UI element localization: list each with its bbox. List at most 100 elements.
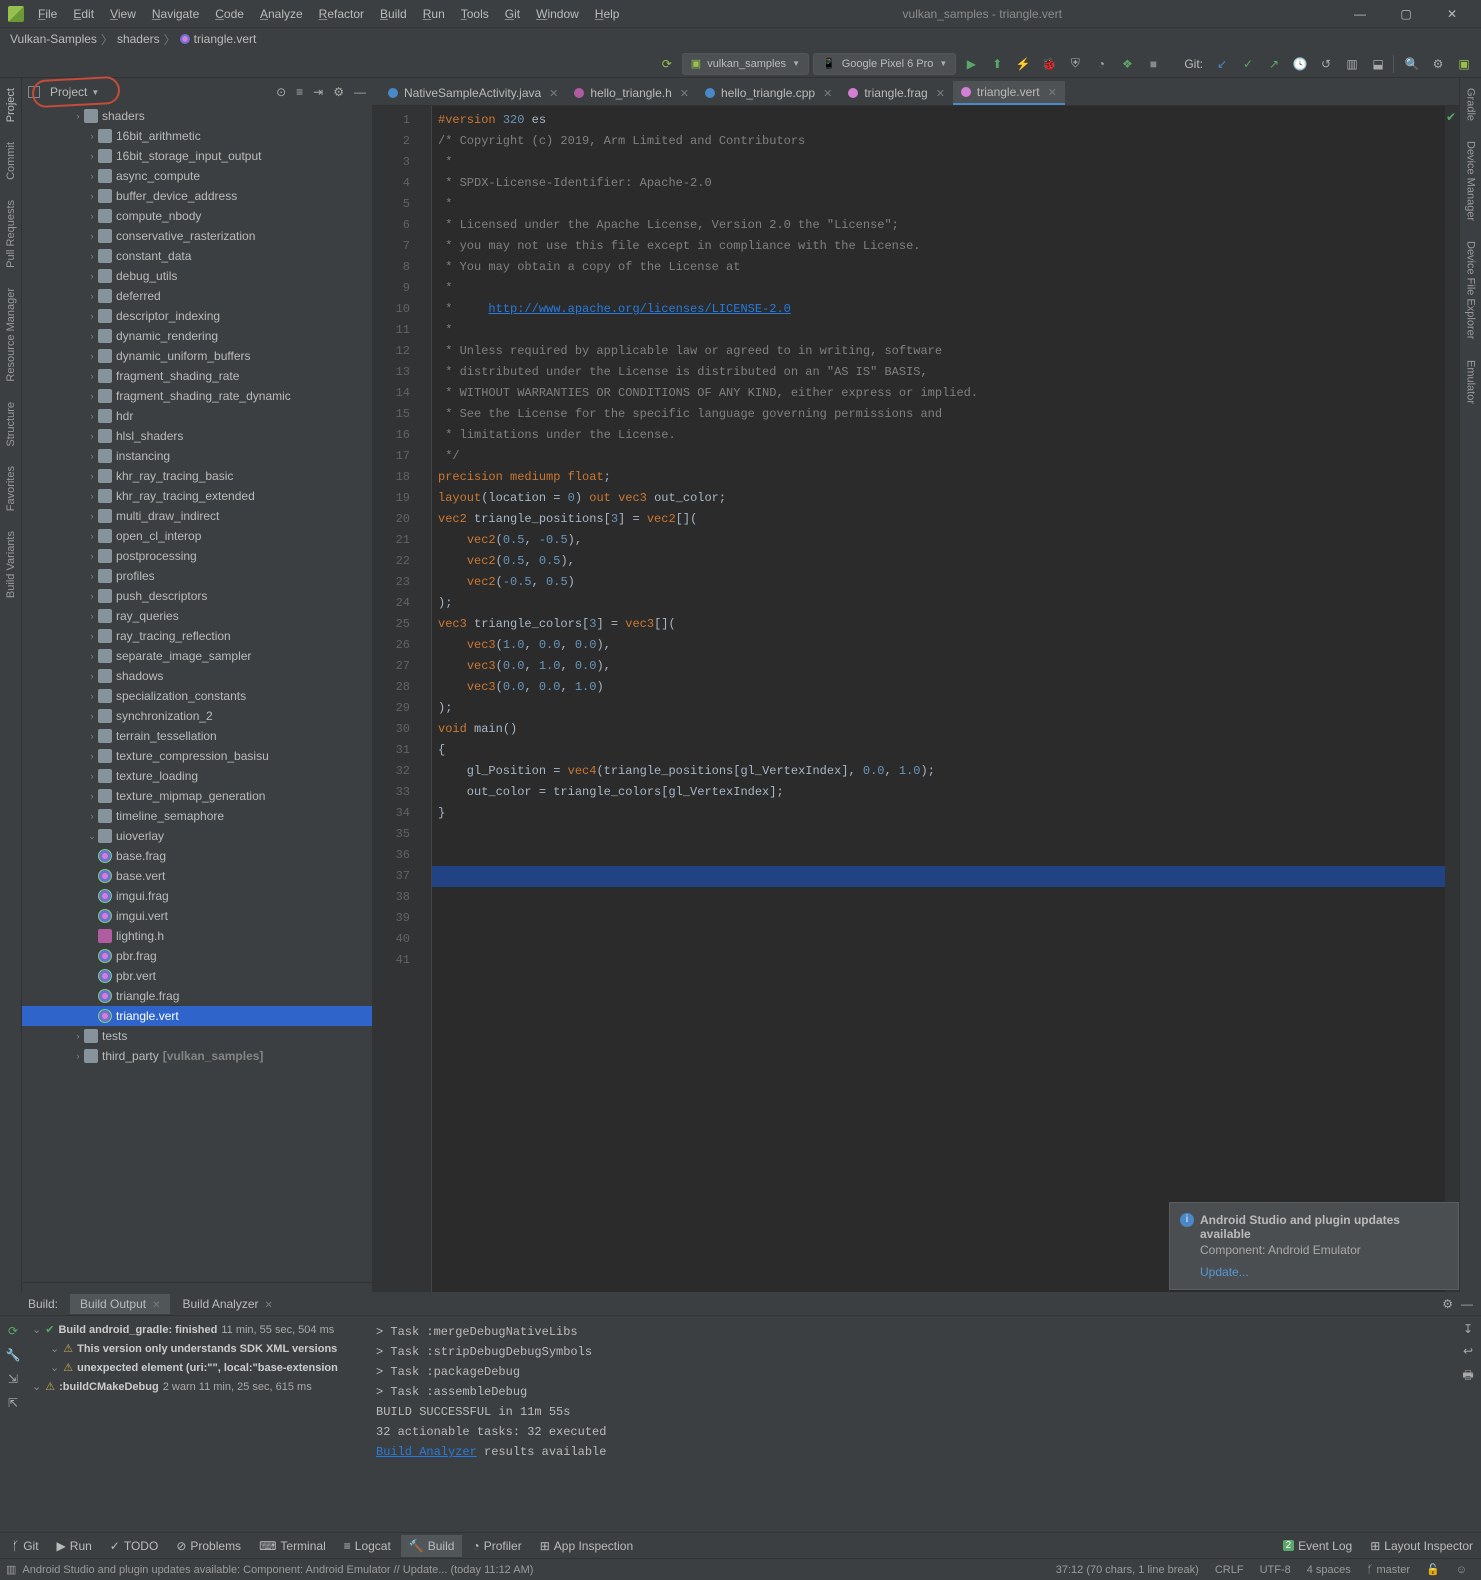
editor-tab[interactable]: triangle.vert✕	[953, 81, 1065, 105]
tree-item[interactable]: ›hlsl_shaders	[22, 426, 372, 446]
tree-item[interactable]: ›ray_tracing_reflection	[22, 626, 372, 646]
git-commit-icon[interactable]: ✓	[1237, 53, 1259, 75]
close-icon[interactable]: ✕	[936, 87, 945, 100]
attach-icon[interactable]: ❖	[1116, 53, 1138, 75]
restart-icon[interactable]: ⟳	[8, 1324, 18, 1338]
tree-item[interactable]: ›third_party[vulkan_samples]	[22, 1046, 372, 1066]
git-branch[interactable]: ᚶ master	[1359, 1564, 1418, 1576]
editor-tab[interactable]: NativeSampleActivity.java✕	[380, 81, 566, 105]
bottom-tab-git[interactable]: ᚶGit	[4, 1535, 47, 1557]
hide-icon[interactable]: —	[354, 85, 366, 99]
search-icon[interactable]: 🔍	[1401, 53, 1423, 75]
left-tab-resource-manager[interactable]: Resource Manager	[5, 278, 17, 392]
avd-icon[interactable]: ▥	[1341, 53, 1363, 75]
tree-item[interactable]: ›texture_compression_basisu	[22, 746, 372, 766]
tree-item[interactable]: ›buffer_device_address	[22, 186, 372, 206]
tree-item[interactable]: ›fragment_shading_rate_dynamic	[22, 386, 372, 406]
expand-all-icon[interactable]: ⇲	[8, 1372, 18, 1386]
menu-window[interactable]: Window	[528, 7, 587, 21]
profiler-icon[interactable]: ◔	[1090, 53, 1112, 75]
gear-icon[interactable]: ⚙	[333, 85, 344, 99]
left-tab-pull-requests[interactable]: Pull Requests	[5, 190, 17, 278]
tree-item[interactable]: imgui.vert	[22, 906, 372, 926]
lock-icon[interactable]: 🔓	[1418, 1563, 1448, 1576]
tree-item[interactable]: base.frag	[22, 846, 372, 866]
tree-item[interactable]: ›ray_queries	[22, 606, 372, 626]
menu-code[interactable]: Code	[207, 7, 252, 21]
git-push-icon[interactable]: ↗	[1263, 53, 1285, 75]
menu-analyze[interactable]: Analyze	[252, 7, 311, 21]
collapse-icon[interactable]: ⇥	[313, 85, 323, 99]
menu-file[interactable]: File	[30, 7, 65, 21]
tree-item[interactable]: ›fragment_shading_rate	[22, 366, 372, 386]
close-button[interactable]: ✕	[1429, 1, 1475, 27]
bottom-tab-terminal[interactable]: ⌨Terminal	[251, 1535, 334, 1557]
tree-item[interactable]: base.vert	[22, 866, 372, 886]
run-icon[interactable]: ▶	[960, 53, 982, 75]
tree-item[interactable]: ›dynamic_rendering	[22, 326, 372, 346]
tree-item[interactable]: ›khr_ray_tracing_basic	[22, 466, 372, 486]
tree-item[interactable]: ›khr_ray_tracing_extended	[22, 486, 372, 506]
tree-item[interactable]: ›dynamic_uniform_buffers	[22, 346, 372, 366]
bottom-tab-build[interactable]: 🔨Build	[401, 1535, 463, 1557]
menu-view[interactable]: View	[102, 7, 144, 21]
update-popup[interactable]: i Android Studio and plugin updates avai…	[1169, 1202, 1459, 1290]
scrollbar-horizontal[interactable]	[22, 1282, 372, 1292]
build-task-row[interactable]: ⌄⚠This version only understands SDK XML …	[28, 1339, 364, 1358]
help-icon[interactable]: ▣	[1453, 53, 1475, 75]
coverage-icon[interactable]: ⛨	[1064, 53, 1086, 75]
collapse-all-icon[interactable]: ⇱	[8, 1396, 18, 1410]
panel-hide-icon[interactable]: —	[1461, 1297, 1473, 1311]
filter-icon[interactable]: 🔧	[6, 1348, 21, 1362]
device-dropdown[interactable]: 📱Google Pixel 6 Pro▼	[813, 53, 956, 75]
tree-item[interactable]: ›synchronization_2	[22, 706, 372, 726]
menu-edit[interactable]: Edit	[65, 7, 102, 21]
sync-icon[interactable]: ⟳	[656, 53, 678, 75]
tree-item[interactable]: ›terrain_tessellation	[22, 726, 372, 746]
settings-icon[interactable]: ⚙	[1427, 53, 1449, 75]
line-sep[interactable]: CRLF	[1207, 1564, 1252, 1576]
editor-tab[interactable]: hello_triangle.h✕	[566, 81, 697, 105]
encoding[interactable]: UTF-8	[1252, 1564, 1299, 1576]
crumb[interactable]: Vulkan-Samples	[10, 32, 97, 46]
indent[interactable]: 4 spaces	[1299, 1564, 1359, 1576]
tree-item[interactable]: ›specialization_constants	[22, 686, 372, 706]
left-tab-structure[interactable]: Structure	[5, 392, 17, 457]
menu-help[interactable]: Help	[587, 7, 628, 21]
tree-item[interactable]: pbr.frag	[22, 946, 372, 966]
bottom-tab-logcat[interactable]: ≡Logcat	[336, 1535, 399, 1557]
bottom-tab-run[interactable]: ▶Run	[49, 1535, 100, 1557]
tree-item[interactable]: ›open_cl_interop	[22, 526, 372, 546]
stop-icon[interactable]: ■	[1142, 53, 1164, 75]
caret-position[interactable]: 37:12 (70 chars, 1 line break)	[1048, 1564, 1207, 1576]
tree-item[interactable]: ›constant_data	[22, 246, 372, 266]
tree-item[interactable]: ›texture_loading	[22, 766, 372, 786]
tree-item[interactable]: triangle.frag	[22, 986, 372, 1006]
tree-item[interactable]: ›debug_utils	[22, 266, 372, 286]
line-gutter[interactable]: 1234567891011121314151617181920212223242…	[372, 106, 418, 1292]
tree-item[interactable]: ›push_descriptors	[22, 586, 372, 606]
bottom-tab-profiler[interactable]: ◔Profiler	[464, 1535, 529, 1557]
build-analyzer-tab[interactable]: Build Analyzer✕	[172, 1294, 282, 1314]
man-icon[interactable]: ☺	[1448, 1564, 1475, 1576]
debug-attach-icon[interactable]: ⬆	[986, 53, 1008, 75]
apply-changes-icon[interactable]: ⚡	[1012, 53, 1034, 75]
build-task-row[interactable]: ⌄⚠unexpected element (uri:"", local:"bas…	[28, 1358, 364, 1377]
menu-tools[interactable]: Tools	[453, 7, 497, 21]
error-stripe[interactable]: ✔	[1445, 106, 1459, 1292]
expand-icon[interactable]: ≡	[296, 85, 303, 99]
right-tab-emulator[interactable]: Emulator	[1465, 350, 1477, 414]
code-editor[interactable]: #version 320 es/* Copyright (c) 2019, Ar…	[432, 106, 1445, 1292]
tree-item[interactable]: ›16bit_storage_input_output	[22, 146, 372, 166]
tree-item[interactable]: ›texture_mipmap_generation	[22, 786, 372, 806]
tree-item[interactable]: ›shaders	[22, 106, 372, 126]
bottom-tab-app-inspection[interactable]: ⊞App Inspection	[532, 1535, 641, 1557]
close-icon[interactable]: ✕	[680, 87, 689, 100]
build-output[interactable]: > Task :mergeDebugNativeLibs> Task :stri…	[366, 1316, 1455, 1532]
debug-icon[interactable]: 🐞	[1038, 53, 1060, 75]
popup-update-link[interactable]: Update...	[1200, 1265, 1448, 1279]
build-task-row[interactable]: ⌄⚠:buildCMakeDebug2 warn 11 min, 25 sec,…	[28, 1377, 364, 1396]
git-history-icon[interactable]: 🕓	[1289, 53, 1311, 75]
project-view-dropdown[interactable]: Project▼	[50, 85, 99, 99]
bottom-tab-todo[interactable]: ✓TODO	[102, 1535, 167, 1557]
